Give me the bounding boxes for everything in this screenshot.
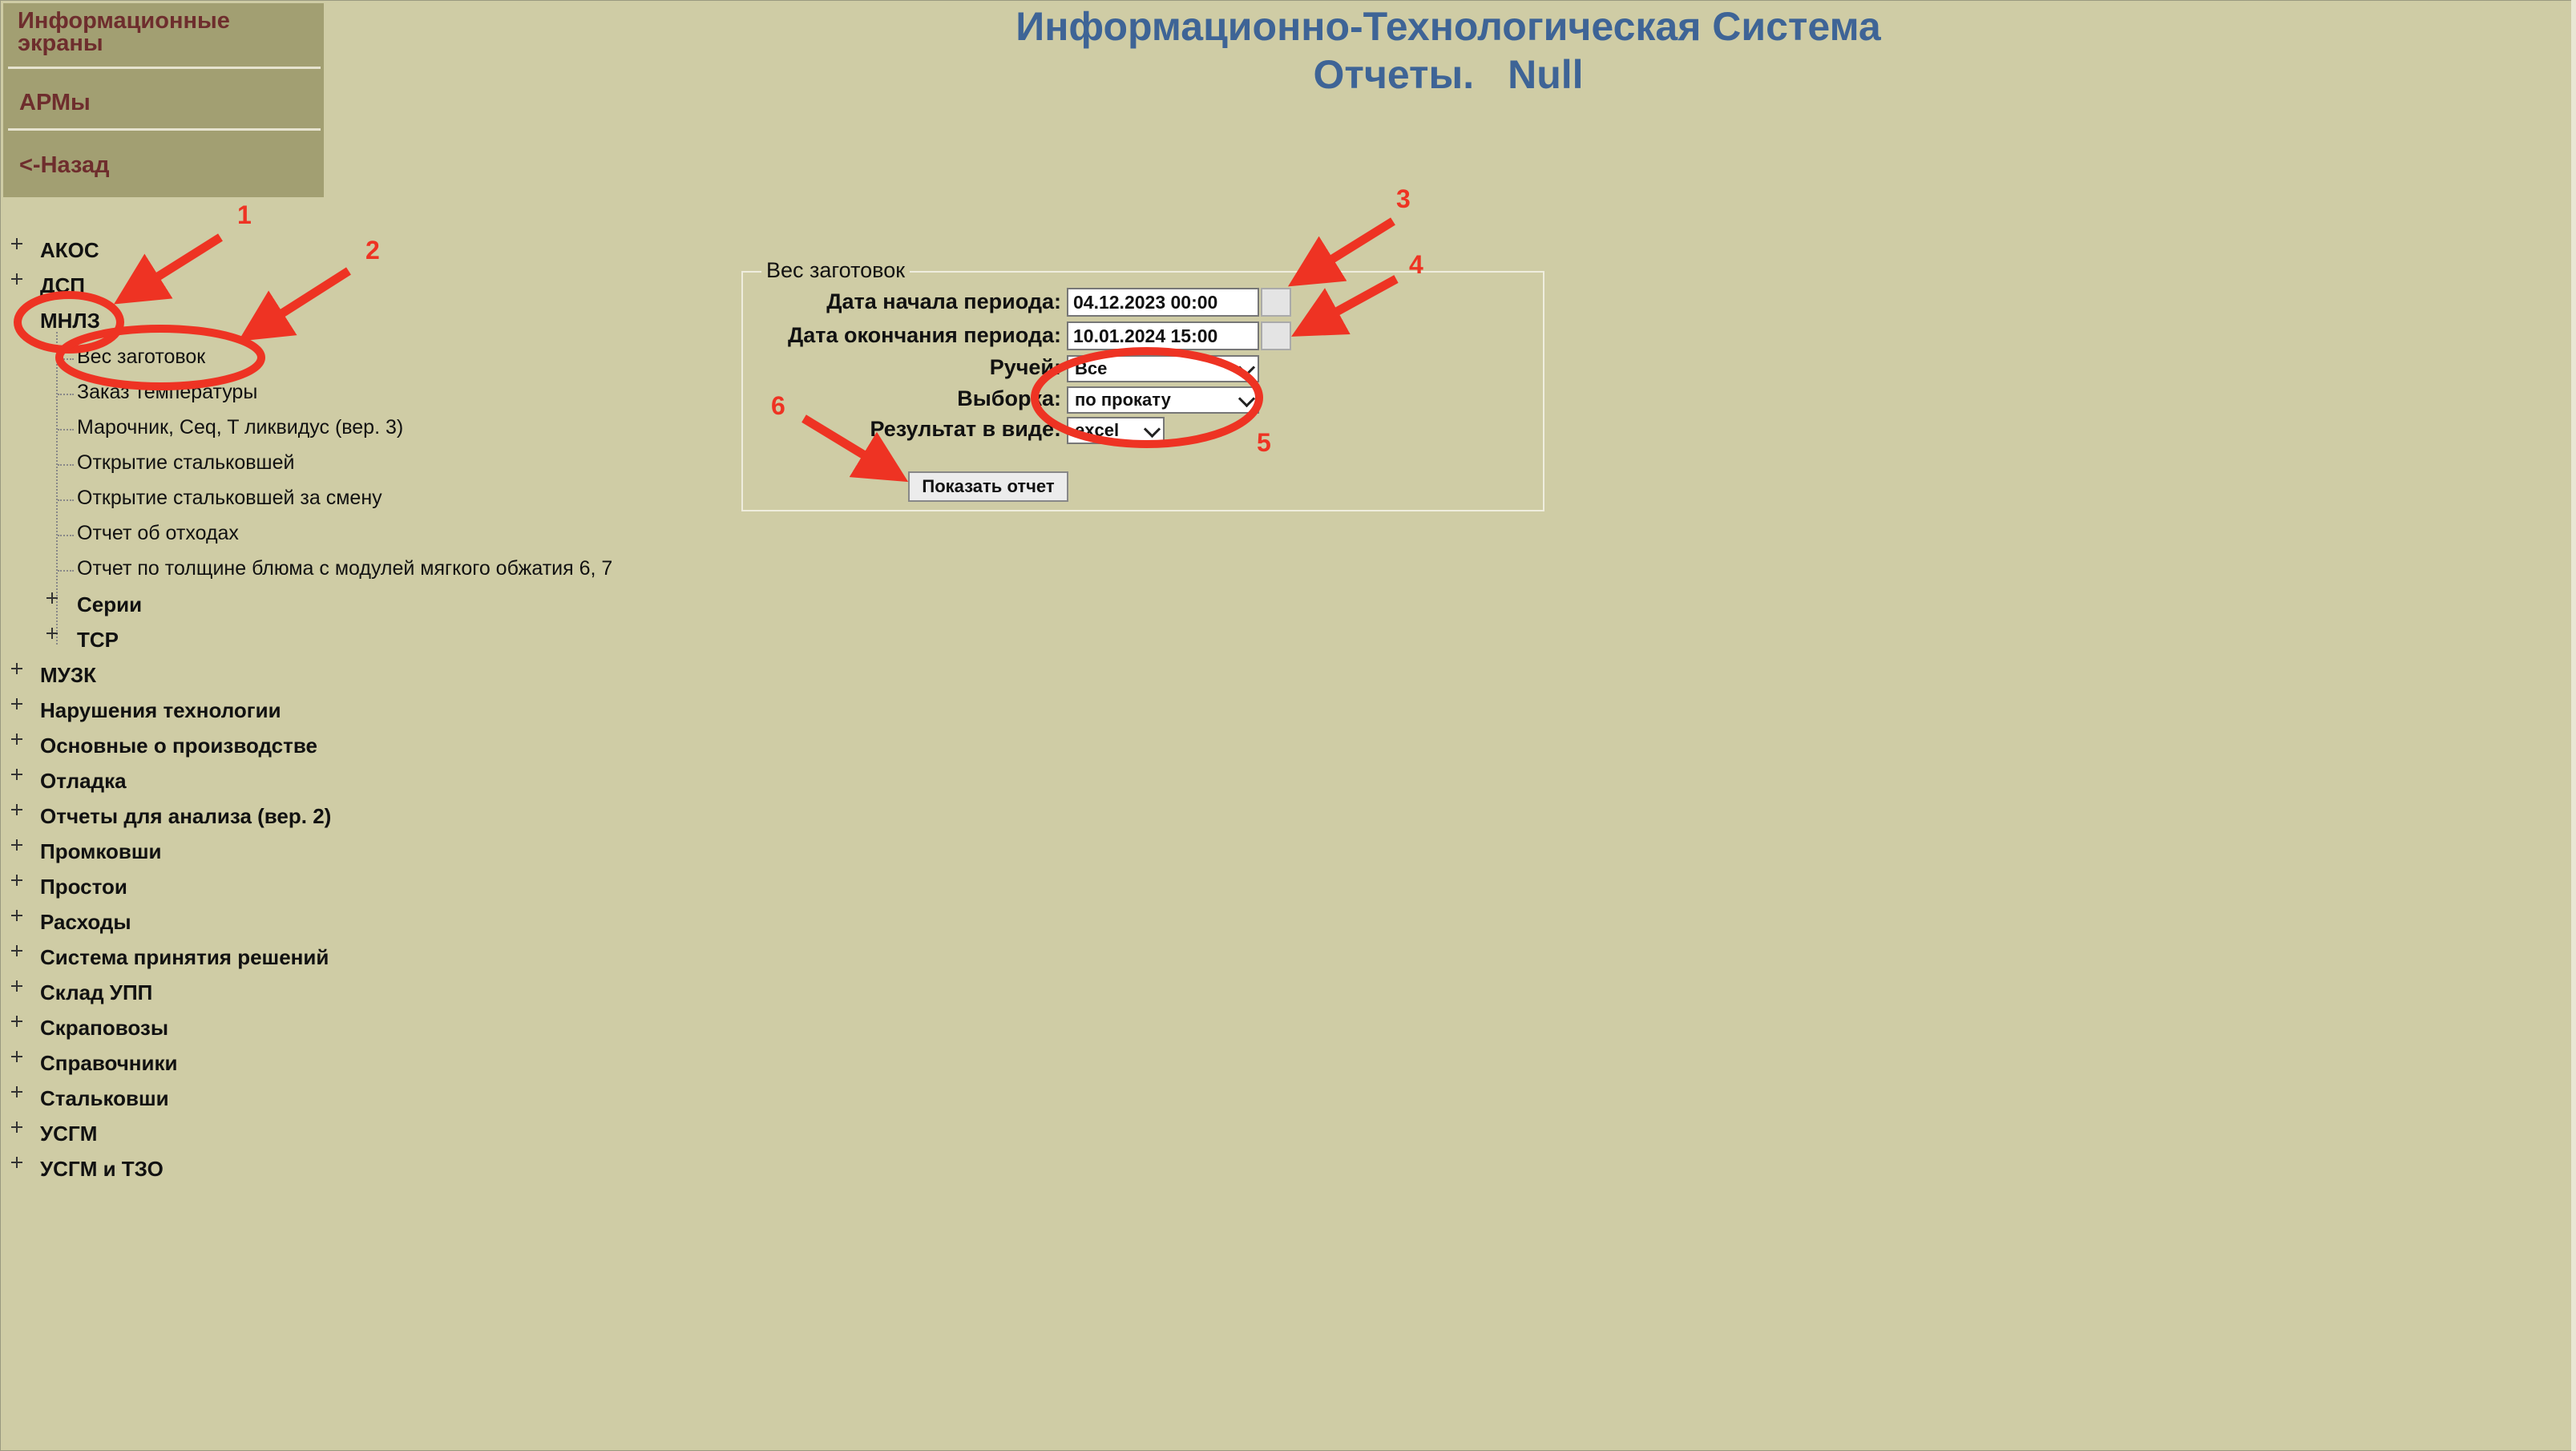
annotation-arrow-6 <box>801 414 909 483</box>
annotation-number-3: 3 <box>1396 184 1411 213</box>
annotation-circle-sample <box>1031 347 1263 448</box>
annotation-arrow-1 <box>114 233 223 305</box>
annotation-arrow-4 <box>1291 275 1399 337</box>
annotation-number-4: 4 <box>1409 250 1423 279</box>
annotation-number-6: 6 <box>771 391 785 420</box>
annotation-arrow-2 <box>238 267 351 342</box>
annotation-arrow-3 <box>1287 217 1395 287</box>
annotation-number-5: 5 <box>1257 428 1271 457</box>
annotation-circle-billet-weight <box>55 325 265 390</box>
annotation-overlay <box>14 217 1399 483</box>
annotation-number-1: 1 <box>237 200 252 229</box>
annotation-number-2: 2 <box>365 236 380 265</box>
